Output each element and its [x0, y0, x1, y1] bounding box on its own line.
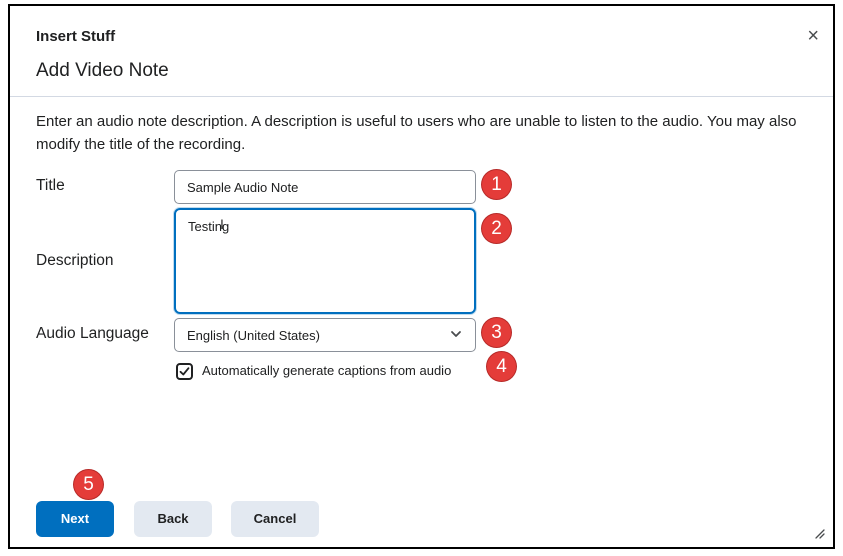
audio-language-value: English (United States) [187, 328, 320, 343]
callout-badge-1: 1 [482, 170, 511, 199]
cancel-button[interactable]: Cancel [231, 501, 319, 537]
title-input[interactable]: Sample Audio Note [174, 170, 476, 204]
back-button[interactable]: Back [134, 501, 212, 537]
dialog-title: Add Video Note [36, 60, 169, 81]
header-divider [10, 96, 833, 97]
next-button[interactable]: Next [36, 501, 114, 537]
check-icon [179, 367, 190, 376]
callout-badge-5: 5 [74, 470, 103, 499]
dialog-header: Insert Stuff [36, 28, 116, 45]
instructions-text: Enter an audio note description. A descr… [36, 113, 797, 153]
title-label: Title [36, 177, 65, 194]
captions-checkbox-label[interactable]: Automatically generate captions from aud… [202, 363, 451, 378]
callout-badge-4: 4 [487, 352, 516, 381]
insert-stuff-dialog: Insert Stuff × Add Video Note Enter an a… [8, 4, 835, 549]
description-label: Description [36, 252, 114, 269]
chevron-down-icon [451, 331, 461, 337]
callout-badge-3: 3 [482, 318, 511, 347]
captions-checkbox[interactable] [176, 363, 193, 380]
callout-badge-2: 2 [482, 214, 511, 243]
text-cursor-icon: I [220, 216, 224, 232]
audio-language-select[interactable]: English (United States) [174, 318, 476, 352]
audio-language-label: Audio Language [36, 325, 149, 342]
close-icon[interactable]: × [807, 26, 819, 46]
resize-handle-icon[interactable] [813, 527, 825, 539]
